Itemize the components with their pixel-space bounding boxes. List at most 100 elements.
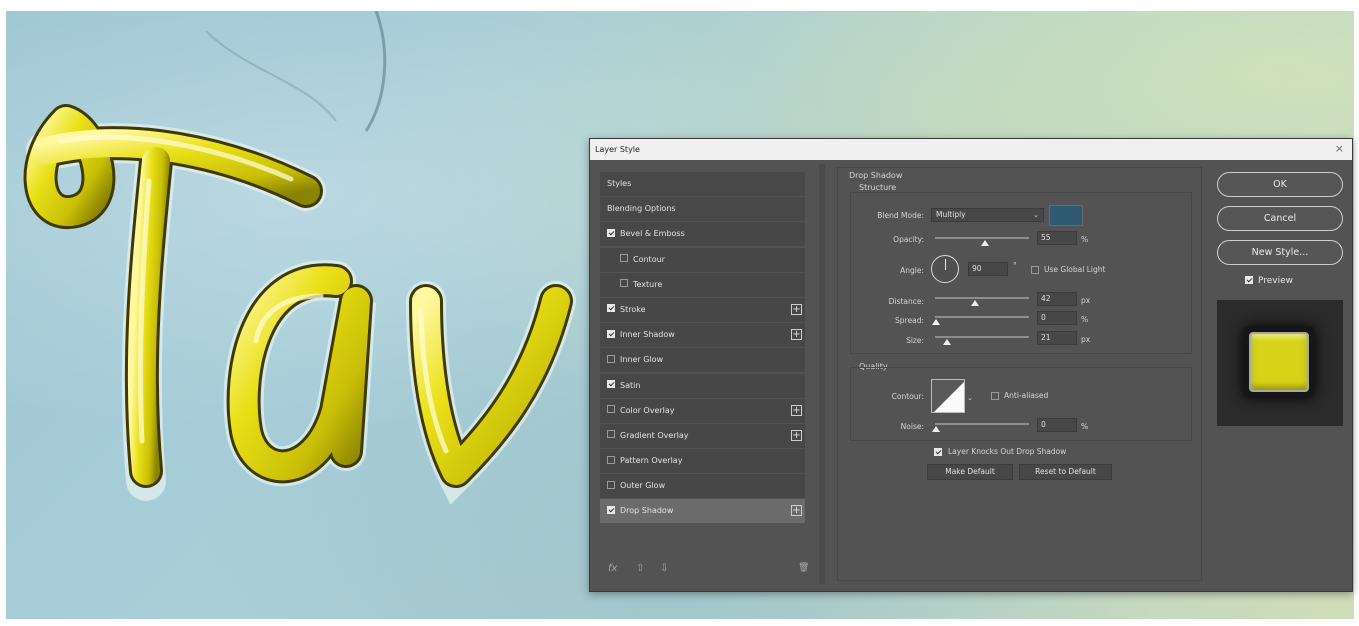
list-item-pattern-overlay[interactable]: Pattern Overlay: [600, 449, 805, 474]
shadow-color-swatch[interactable]: [1049, 205, 1083, 226]
bevel-emboss-checkbox[interactable]: [607, 228, 615, 237]
opacity-unit: %: [1081, 235, 1089, 244]
list-item-label: Color Overlay: [620, 405, 675, 415]
list-item-label: Pattern Overlay: [620, 456, 683, 466]
list-item-blending-options[interactable]: Blending Options: [600, 197, 805, 222]
distance-label: Distance:: [888, 297, 924, 306]
anti-aliased-label: Anti-aliased: [1004, 391, 1049, 400]
list-item-satin[interactable]: Satin: [600, 373, 805, 398]
dialog-titlebar[interactable]: Layer Style ×: [590, 139, 1352, 160]
opacity-slider[interactable]: [935, 237, 1029, 239]
inner-glow-checkbox[interactable]: [607, 354, 615, 363]
reset-to-default-button[interactable]: Reset to Default: [1019, 464, 1112, 480]
list-item-label: Gradient Overlay: [620, 430, 689, 440]
outer-glow-checkbox[interactable]: [607, 480, 615, 489]
drop-shadow-checkbox[interactable]: [607, 505, 615, 514]
list-item-label: Contour: [633, 254, 665, 264]
list-item-label: Blending Options: [607, 204, 676, 214]
fx-icon[interactable]: fx: [608, 563, 617, 574]
angle-unit: °: [1013, 261, 1017, 270]
spread-slider-thumb[interactable]: [932, 319, 940, 325]
cancel-button[interactable]: Cancel: [1217, 206, 1343, 231]
opacity-slider-thumb[interactable]: [981, 240, 989, 246]
drop-shadow-heading: Drop Shadow: [849, 171, 903, 180]
contour-checkbox[interactable]: [620, 254, 628, 263]
gradient-overlay-checkbox[interactable]: [607, 430, 615, 439]
noise-unit: %: [1081, 422, 1089, 431]
angle-dial[interactable]: [931, 255, 959, 283]
list-item-texture[interactable]: Texture: [600, 272, 805, 297]
inner-shadow-checkbox[interactable]: [607, 329, 615, 338]
stroke-checkbox[interactable]: [607, 304, 615, 313]
size-slider[interactable]: [935, 336, 1029, 338]
distance-slider[interactable]: [935, 297, 1029, 299]
preview-label: Preview: [1258, 276, 1294, 286]
blend-mode-select[interactable]: Multiply ⌄: [931, 208, 1044, 222]
color-overlay-checkbox[interactable]: [607, 405, 615, 414]
list-item-label: Stroke: [620, 304, 646, 314]
list-item-contour[interactable]: Contour: [600, 247, 805, 272]
close-icon[interactable]: ×: [1335, 142, 1344, 155]
satin-checkbox[interactable]: [607, 380, 615, 388]
size-slider-thumb[interactable]: [943, 339, 951, 345]
list-item-gradient-overlay[interactable]: Gradient Overlay +: [600, 423, 805, 448]
chevron-down-icon[interactable]: ⌄: [967, 394, 973, 402]
list-scrollbar[interactable]: [819, 164, 825, 584]
noise-label: Noise:: [900, 422, 924, 431]
chevron-down-icon: ⌄: [1033, 211, 1039, 219]
size-input[interactable]: 21: [1037, 331, 1077, 345]
preview-checkbox[interactable]: [1245, 275, 1253, 284]
dialog-title: Layer Style: [595, 145, 640, 154]
distance-unit: px: [1081, 296, 1091, 305]
spread-unit: %: [1081, 315, 1089, 324]
styles-list-footer: fx ⇧ ⇩ 🗑: [608, 563, 809, 579]
preview-thumbnail: [1243, 326, 1315, 398]
spread-slider[interactable]: [935, 316, 1029, 318]
spread-label: Spread:: [895, 316, 924, 325]
contour-picker[interactable]: [931, 379, 965, 413]
angle-input[interactable]: 90: [968, 262, 1008, 276]
use-global-light-checkbox[interactable]: [1031, 266, 1039, 274]
list-item-label: Satin: [620, 380, 641, 390]
distance-input[interactable]: 42: [1037, 292, 1077, 306]
new-style-button[interactable]: New Style...: [1217, 240, 1343, 265]
list-item-inner-glow[interactable]: Inner Glow: [600, 348, 805, 373]
list-item-label: Outer Glow: [620, 481, 666, 491]
ok-button[interactable]: OK: [1217, 172, 1343, 197]
opacity-input[interactable]: 55: [1037, 231, 1077, 245]
add-gradient-overlay-icon[interactable]: +: [791, 429, 802, 441]
use-global-light-label: Use Global Light: [1044, 265, 1106, 274]
list-item-bevel-emboss[interactable]: Bevel & Emboss: [600, 222, 805, 247]
list-item-outer-glow[interactable]: Outer Glow: [600, 474, 805, 499]
list-item-inner-shadow[interactable]: Inner Shadow +: [600, 323, 805, 348]
pattern-overlay-checkbox[interactable]: [607, 455, 615, 464]
blend-mode-label: Blend Mode:: [877, 211, 924, 220]
list-item-styles[interactable]: Styles: [600, 172, 805, 196]
add-drop-shadow-icon[interactable]: +: [791, 505, 802, 517]
distance-slider-thumb[interactable]: [971, 300, 979, 306]
trash-icon[interactable]: 🗑: [798, 563, 809, 573]
noise-input[interactable]: 0: [1037, 418, 1077, 432]
layer-knocks-out-checkbox[interactable]: [934, 448, 942, 456]
make-default-button[interactable]: Make Default: [927, 464, 1013, 480]
list-item-stroke[interactable]: Stroke +: [600, 297, 805, 322]
layer-knocks-out-label: Layer Knocks Out Drop Shadow: [948, 447, 1067, 456]
list-item-drop-shadow[interactable]: Drop Shadow +: [600, 499, 805, 524]
list-item-label: Inner Shadow: [620, 330, 675, 340]
contour-label: Contour:: [891, 392, 924, 401]
anti-aliased-checkbox[interactable]: [991, 392, 999, 400]
list-item-label: Drop Shadow: [620, 506, 674, 516]
spread-input[interactable]: 0: [1037, 311, 1077, 325]
add-stroke-icon[interactable]: +: [791, 303, 802, 315]
move-up-icon[interactable]: ⇧: [636, 563, 644, 574]
drop-shadow-panel: Drop Shadow Structure Blend Mode: Multip…: [837, 167, 1202, 581]
preview-toggle[interactable]: Preview: [1245, 275, 1294, 286]
add-inner-shadow-icon[interactable]: +: [791, 329, 802, 341]
texture-checkbox[interactable]: [620, 279, 628, 288]
list-item-color-overlay[interactable]: Color Overlay +: [600, 398, 805, 423]
add-color-overlay-icon[interactable]: +: [791, 404, 802, 416]
move-down-icon[interactable]: ⇩: [660, 563, 668, 574]
noise-slider[interactable]: [935, 423, 1029, 425]
structure-heading: Structure: [859, 183, 897, 192]
noise-slider-thumb[interactable]: [932, 426, 940, 432]
